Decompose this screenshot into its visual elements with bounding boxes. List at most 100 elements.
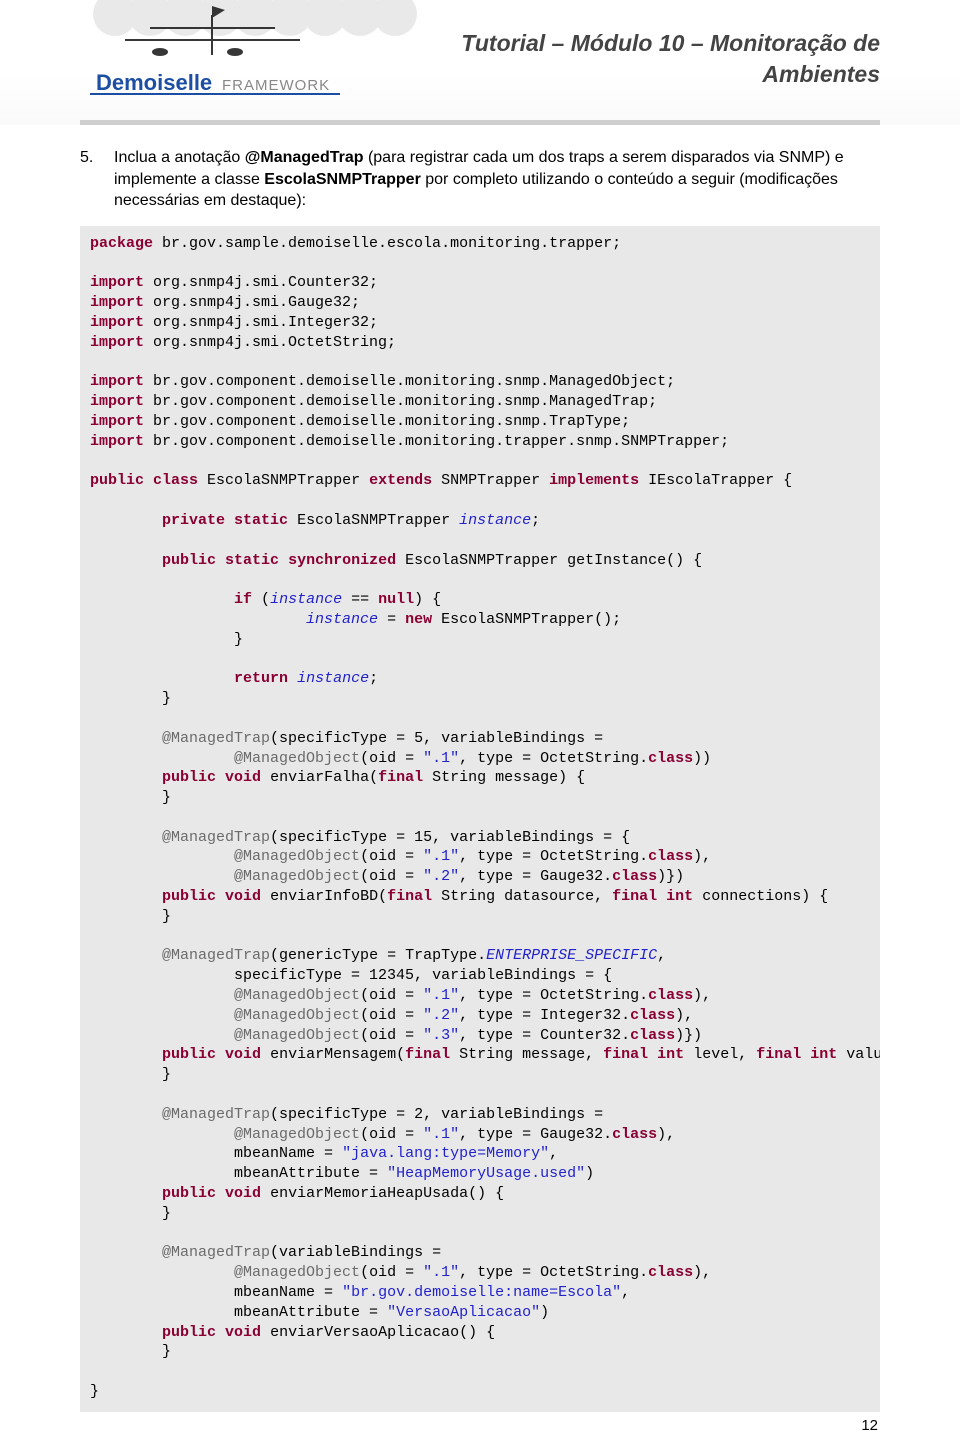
t: value) { [837, 1046, 880, 1063]
t: } [162, 1205, 171, 1222]
kw: null [378, 591, 414, 608]
t: br.gov.component.demoiselle.monitoring.s… [144, 413, 630, 430]
t: (specificType = 5, variableBindings = [270, 730, 612, 747]
an: @ManagedTrap [162, 829, 270, 846]
t: ( [252, 591, 270, 608]
kw: import [90, 314, 144, 331]
kw: static [234, 512, 288, 529]
kw: public [162, 769, 216, 786]
t: , type = OctetString. [459, 1264, 648, 1281]
an: @ManagedObject [234, 1007, 360, 1024]
kw: class [612, 1126, 657, 1143]
kw: synchronized [288, 552, 396, 569]
t: String message, [450, 1046, 603, 1063]
kw: final [405, 1046, 450, 1063]
t: (oid = [360, 1264, 423, 1281]
t: (oid = [360, 987, 423, 1004]
header-title: Tutorial – Módulo 10 – Monitoração de Am… [461, 28, 880, 90]
t: } [162, 1066, 171, 1083]
kw: int [666, 888, 693, 905]
an: @ManagedObject [234, 1027, 360, 1044]
str: "HeapMemoryUsage.used" [387, 1165, 585, 1182]
an: @ManagedObject [234, 987, 360, 1004]
t: IEscolaTrapper { [639, 472, 792, 489]
t: String datasource, [432, 888, 612, 905]
kw: final [378, 769, 423, 786]
t: )}) [675, 1027, 702, 1044]
fld: instance [297, 670, 369, 687]
kw: public [162, 1324, 216, 1341]
kw: implements [549, 472, 639, 489]
header-divider [80, 120, 880, 125]
t: String message) { [423, 769, 585, 786]
kw: import [90, 393, 144, 410]
kw: class [612, 868, 657, 885]
str: ".2" [423, 1007, 459, 1024]
kw: int [810, 1046, 837, 1063]
t: EscolaSNMPTrapper [198, 472, 369, 489]
t: , type = Integer32. [459, 1007, 630, 1024]
kw: final [603, 1046, 648, 1063]
t: (oid = [360, 750, 423, 767]
header-title-line2: Ambientes [762, 61, 880, 87]
kw: static [225, 552, 279, 569]
t: ), [657, 1126, 675, 1143]
t: (oid = [360, 868, 423, 885]
t: , [657, 947, 666, 964]
t: br.gov.component.demoiselle.monitoring.t… [144, 433, 729, 450]
t: org.snmp4j.smi.Integer32; [144, 314, 378, 331]
header-title-line1: Tutorial – Módulo 10 – Monitoração de [461, 30, 880, 56]
str: ".1" [423, 1126, 459, 1143]
t: enviarInfoBD( [261, 888, 387, 905]
kw: final [387, 888, 432, 905]
t: EscolaSNMPTrapper getInstance() { [396, 552, 702, 569]
t: == [342, 591, 378, 608]
t: )}) [657, 868, 684, 885]
t: connections) { [693, 888, 828, 905]
an: @ManagedObject [234, 750, 360, 767]
t: mbeanName = [234, 1284, 342, 1301]
an: @ManagedObject [234, 868, 360, 885]
kw: package [90, 235, 153, 252]
an: @ManagedTrap [162, 1106, 270, 1123]
t: , [549, 1145, 558, 1162]
text: Inclua a anotação [114, 149, 245, 166]
kw: class [648, 848, 693, 865]
t: enviarVersaoAplicacao() { [261, 1324, 495, 1341]
t: org.snmp4j.smi.Counter32; [144, 274, 378, 291]
str: ".3" [423, 1027, 459, 1044]
kw: public [162, 1185, 216, 1202]
page-content: 5. Inclua a anotação @ManagedTrap (para … [0, 125, 960, 1452]
an: @ManagedObject [234, 848, 360, 865]
enum: ENTERPRISE_SPECIFIC [486, 947, 657, 964]
kw: class [648, 750, 693, 767]
str: "br.gov.demoiselle:name=Escola" [342, 1284, 621, 1301]
t: enviarMemoriaHeapUsada() { [261, 1185, 504, 1202]
t: org.snmp4j.smi.Gauge32; [144, 294, 360, 311]
kw: final [612, 888, 657, 905]
svg-text:FRAMEWORK: FRAMEWORK [222, 77, 330, 94]
kw: new [405, 611, 432, 628]
kw: public [162, 1046, 216, 1063]
t: (oid = [360, 1126, 423, 1143]
kw: void [225, 1046, 261, 1063]
t: ; [369, 670, 378, 687]
kw: import [90, 274, 144, 291]
str: ".2" [423, 868, 459, 885]
t: (oid = [360, 848, 423, 865]
t: , [621, 1284, 630, 1301]
kw: int [657, 1046, 684, 1063]
t: ; [531, 512, 540, 529]
kw: class [648, 1264, 693, 1281]
t: (specificType = 15, variableBindings = { [270, 829, 630, 846]
kw: import [90, 334, 144, 351]
kw: if [234, 591, 252, 608]
str: ".1" [423, 750, 459, 767]
t: specificType = 12345, variableBindings =… [234, 967, 612, 984]
t: br.gov.component.demoiselle.monitoring.s… [144, 393, 657, 410]
t: ) [585, 1165, 594, 1182]
t: , type = Counter32. [459, 1027, 630, 1044]
kw: public [162, 552, 216, 569]
an: @ManagedObject [234, 1264, 360, 1281]
fld: instance [270, 591, 342, 608]
